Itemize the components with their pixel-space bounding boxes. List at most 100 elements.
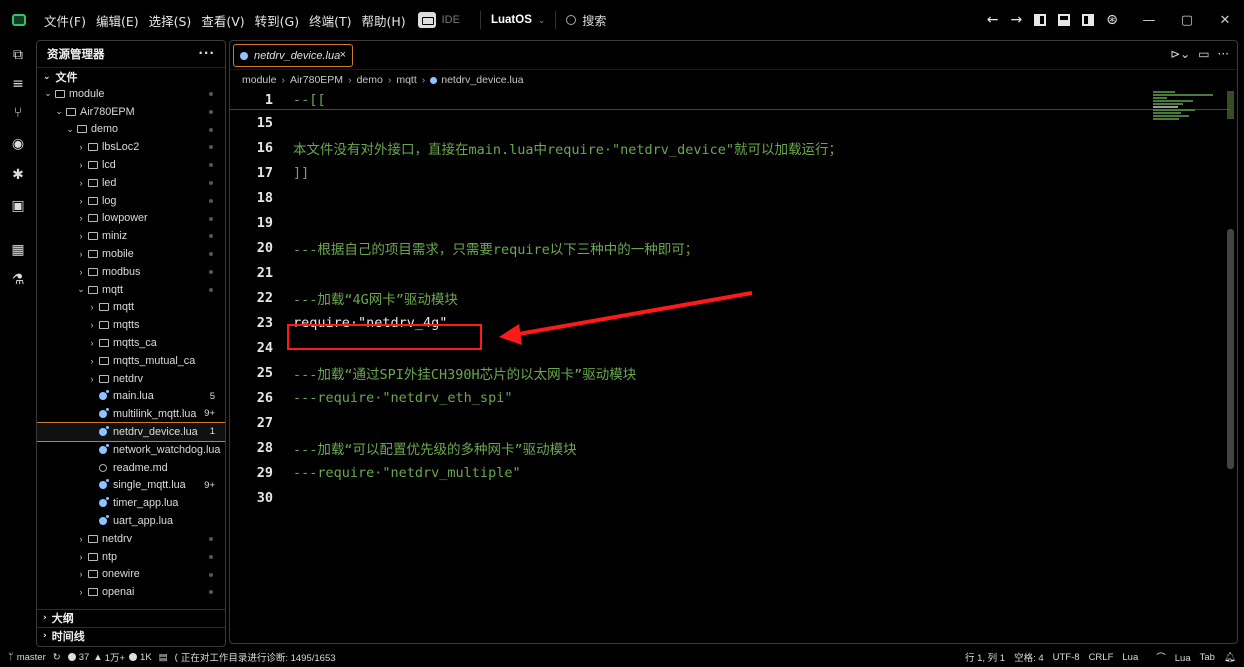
tree-folder[interactable]: › lcd — [37, 156, 225, 174]
code-line[interactable]: 18 — [230, 185, 1230, 210]
code-line[interactable]: 22 ---加载“4G网卡”驱动模块 — [230, 285, 1230, 310]
debug-icon[interactable]: ✱ — [0, 162, 36, 188]
tree-folder[interactable]: › mqtts — [37, 316, 225, 334]
files-section-header[interactable]: ⌄ 文件 — [37, 68, 225, 85]
code-line[interactable]: 30 — [230, 485, 1230, 510]
language-mode[interactable]: Lua — [1122, 652, 1138, 663]
tree-folder[interactable]: › ntp — [37, 548, 225, 566]
source-control-icon[interactable]: ⑂ — [0, 100, 36, 126]
tree-folder[interactable]: › lbsLoc2 — [37, 138, 225, 156]
toggle-secondary-sidebar-icon[interactable] — [1082, 14, 1095, 26]
forward-arrow-icon[interactable]: → — [1011, 12, 1023, 28]
tree-folder[interactable]: › modbus — [37, 263, 225, 281]
menu-help[interactable]: 帮助(H) — [361, 11, 405, 30]
minimize-button[interactable]: — — [1130, 13, 1168, 28]
menu-terminal[interactable]: 终端(T) — [309, 11, 351, 30]
testing-flask-icon[interactable]: ⚗ — [0, 267, 36, 293]
tab-netdrv-device[interactable]: netdrv_device.lua × — [233, 44, 353, 67]
breadcrumb-item[interactable]: mqtt — [396, 74, 416, 86]
lua-server-status[interactable]: ⌒ Lua — [1147, 650, 1190, 664]
code-editor[interactable]: 1 --[[15 16 本文件没有对外接口，直接在main.lua中require·"… — [230, 90, 1230, 643]
close-tab-icon[interactable]: × — [340, 49, 346, 61]
tree-folder[interactable]: › netdrv — [37, 530, 225, 548]
tree-folder[interactable]: › mqtt — [37, 299, 225, 317]
code-line[interactable]: 15 — [230, 110, 1230, 135]
menu-view[interactable]: 查看(V) — [201, 11, 244, 30]
ide-toggle[interactable]: IDE — [417, 12, 460, 28]
more-actions-icon[interactable]: ··· — [1218, 47, 1229, 61]
breadcrumb-item[interactable]: netdrv_device.lua — [441, 74, 523, 86]
code-line[interactable]: 19 — [230, 210, 1230, 235]
tree-folder[interactable]: ⌄ module — [37, 85, 225, 103]
tree-folder[interactable]: › mqtts_mutual_ca — [37, 352, 225, 370]
env-select[interactable]: LuatOS — [491, 14, 532, 26]
tree-folder[interactable]: › onewire — [37, 566, 225, 584]
notification-icon[interactable]: ▤ — [159, 652, 168, 663]
toggle-sidebar-icon[interactable] — [1034, 14, 1047, 26]
sync-icon[interactable]: ↻ — [53, 652, 61, 663]
code-line[interactable]: 21 — [230, 260, 1230, 285]
search-view-icon[interactable]: ≡ — [0, 71, 36, 97]
code-line[interactable]: 25 ---加载“通过SPI外挂CH390H芯片的以太网卡”驱动模块 — [230, 360, 1230, 385]
close-button[interactable]: ✕ — [1206, 13, 1244, 28]
indentation[interactable]: 空格: 4 — [1014, 650, 1044, 664]
tree-folder[interactable]: › lowpower — [37, 210, 225, 228]
back-arrow-icon[interactable]: ← — [987, 12, 999, 28]
tree-folder[interactable]: ⌄ demo — [37, 121, 225, 139]
breadcrumb-item[interactable]: module — [242, 74, 276, 86]
menu-edit[interactable]: 编辑(E) — [96, 11, 139, 30]
tree-folder[interactable]: › mobile — [37, 245, 225, 263]
account-icon[interactable]: ⊛ — [1106, 12, 1118, 28]
menu-go[interactable]: 转到(G) — [255, 11, 299, 30]
minimap[interactable] — [1153, 89, 1221, 129]
tree-folder[interactable]: ⌄ mqtt — [37, 281, 225, 299]
tab-mode[interactable]: Tab — [1200, 652, 1215, 663]
tree-file[interactable]: readme.md — [37, 459, 225, 477]
code-line[interactable]: 28 ---加载“可以配置优先级的多种网卡”驱动模块 — [230, 435, 1230, 460]
cursor-position[interactable]: 行 1, 列 1 — [965, 650, 1005, 664]
code-line[interactable]: 1 --[[ — [230, 90, 1230, 110]
split-editor-icon[interactable]: ▭ — [1198, 47, 1209, 61]
code-line[interactable]: 27 — [230, 410, 1230, 435]
more-actions-icon[interactable]: ··· — [198, 46, 215, 60]
timeline-section-header[interactable]: › 时间线 — [37, 627, 225, 644]
extensions-grid-icon[interactable]: ▦ — [0, 237, 36, 263]
tree-file[interactable]: netdrv_device.lua 1 — [37, 422, 225, 442]
code-line[interactable]: 16 本文件没有对外接口，直接在main.lua中require·"netdrv_… — [230, 135, 1230, 160]
code-line[interactable]: 29 ---require·"netdrv_multiple" — [230, 460, 1230, 485]
tree-file[interactable]: main.lua 5 — [37, 388, 225, 406]
bell-icon[interactable]: 🔔︎ — [1224, 652, 1236, 663]
toggle-panel-icon[interactable] — [1058, 14, 1071, 26]
tree-file[interactable]: timer_app.lua — [37, 494, 225, 512]
branch-indicator[interactable]: ᛘ master — [8, 652, 46, 663]
tree-file[interactable]: uart_app.lua — [37, 512, 225, 530]
extensions-eye-icon[interactable]: ◉ — [0, 131, 36, 157]
encoding[interactable]: UTF-8 — [1053, 652, 1080, 663]
run-split-icon[interactable]: ⊳⌄ — [1170, 47, 1190, 61]
remote-explorer-icon[interactable]: ▣ — [0, 193, 36, 219]
tree-folder[interactable]: › mqtts_ca — [37, 334, 225, 352]
command-search[interactable]: 搜索 — [566, 12, 606, 29]
code-line[interactable]: 20 ---根据自己的项目需求，只需要require以下三种中的一种即可； — [230, 235, 1230, 260]
code-line[interactable]: 26 ---require·"netdrv_eth_spi" — [230, 385, 1230, 410]
outline-section-header[interactable]: › 大纲 — [37, 609, 225, 626]
tree-folder[interactable]: ⌄ Air780EPM — [37, 103, 225, 121]
menu-file[interactable]: 文件(F) — [44, 11, 86, 30]
explorer-icon[interactable]: ⧉ — [0, 42, 36, 68]
tree-folder[interactable]: › led — [37, 174, 225, 192]
tree-folder[interactable]: › netdrv — [37, 370, 225, 388]
code-line[interactable]: 17]] — [230, 160, 1230, 185]
tree-folder[interactable]: › log — [37, 192, 225, 210]
tree-file[interactable]: network_watchdog.lua — [37, 441, 225, 459]
tree-folder[interactable]: › miniz — [37, 227, 225, 245]
restore-button[interactable]: ▢ — [1168, 13, 1206, 28]
breadcrumb-item[interactable]: Air780EPM — [290, 74, 343, 86]
vertical-scrollbar[interactable] — [1227, 229, 1234, 469]
tree-file[interactable]: multilink_mqtt.lua 9+ — [37, 405, 225, 423]
line-ending[interactable]: CRLF — [1089, 652, 1114, 663]
menu-selection[interactable]: 选择(S) — [149, 11, 192, 30]
problems-indicator[interactable]: 37 ▲ 1万+ 1K — [67, 650, 152, 664]
breadcrumb-item[interactable]: demo — [357, 74, 383, 86]
tree-folder[interactable]: › openai — [37, 583, 225, 601]
tree-file[interactable]: single_mqtt.lua 9+ — [37, 477, 225, 495]
